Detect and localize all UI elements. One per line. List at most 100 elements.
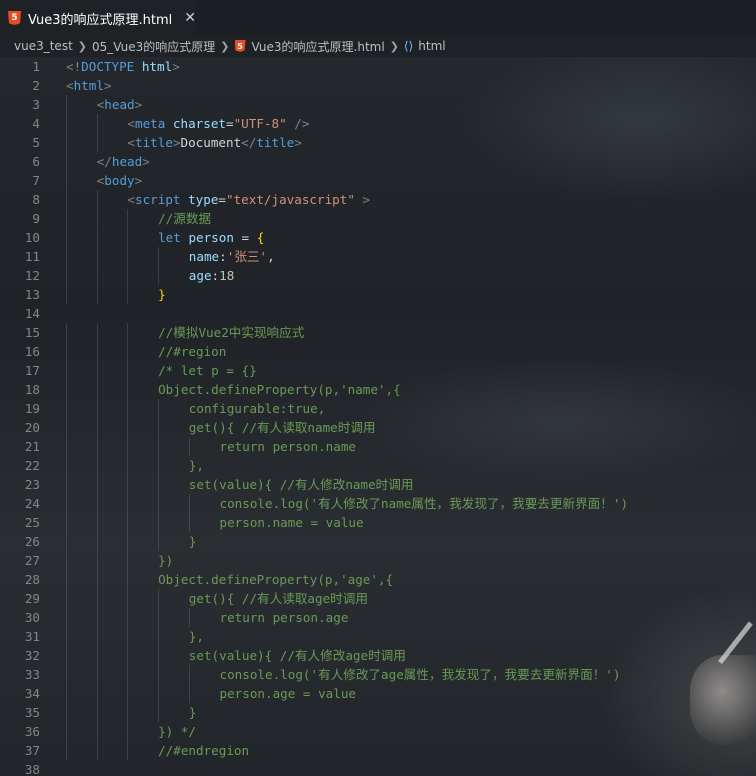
code-line[interactable]: 16 //#region — [0, 342, 756, 361]
indent-guide — [66, 437, 67, 456]
indent-guide — [96, 589, 98, 608]
code-line[interactable]: 24 console.log('有人修改了name属性，我发现了，我要去更新界面！… — [0, 494, 756, 513]
code-line[interactable]: 12 age:18 — [0, 266, 756, 285]
indent-guide — [66, 551, 67, 570]
code-line[interactable]: 11 name:'张三', — [0, 247, 756, 266]
code-token: meta — [134, 116, 166, 131]
code-line[interactable]: 36}) */ — [0, 722, 756, 741]
code-token: "UTF-8" — [233, 116, 287, 131]
tab-vue3-reactivity-html[interactable]: 5 Vue3的响应式原理.html ✕ — [0, 0, 196, 35]
code-line[interactable]: 17 /* let p = {} — [0, 361, 756, 380]
code-line[interactable]: 23 set(value){ //有人修改name时调用 — [0, 475, 756, 494]
code-line[interactable]: 2 <html> — [0, 76, 756, 95]
code-line[interactable]: 21 return person.name — [0, 437, 756, 456]
code-line[interactable]: 19 configurable:true, — [0, 399, 756, 418]
indent-guide — [188, 684, 190, 703]
code-text: //#endregion — [158, 741, 249, 760]
code-line[interactable]: 6 </head> — [0, 152, 756, 171]
code-token: set(value){ //有人修改age时调用 — [188, 648, 406, 663]
indent-guide — [158, 437, 160, 456]
chevron-right-icon: ❯ — [77, 39, 87, 53]
code-line[interactable]: 18 Object.defineProperty(p,'name',{ — [0, 380, 756, 399]
breadcrumb-folder-05[interactable]: 05_Vue3的响应式原理 — [92, 38, 215, 55]
line-number: 11 — [24, 249, 40, 264]
indent-guide — [66, 361, 67, 380]
indent-guide — [96, 703, 98, 722]
line-number: 28 — [24, 572, 40, 587]
code-line[interactable]: 30 return person.age — [0, 608, 756, 627]
code-text: return person.name — [220, 437, 356, 456]
indent-guide — [127, 513, 129, 532]
line-number: 25 — [24, 515, 40, 530]
close-icon[interactable]: ✕ — [184, 10, 196, 26]
code-line[interactable]: 1 <!DOCTYPE html> — [0, 57, 756, 76]
code-text: person.name = value — [220, 513, 364, 532]
line-number: 37 — [24, 743, 40, 758]
code-line[interactable]: 28 Object.defineProperty(p,'age',{ — [0, 570, 756, 589]
code-token: > — [362, 192, 371, 207]
indent-guide — [96, 741, 98, 760]
code-line[interactable]: 31}, — [0, 627, 756, 646]
code-token: /* let p = {} — [158, 363, 257, 378]
indent-guide — [96, 722, 98, 741]
code-line[interactable]: 9 //源数据 — [0, 209, 756, 228]
code-line[interactable]: 25 person.name = value — [0, 513, 756, 532]
code-token: head — [104, 97, 135, 112]
code-line[interactable]: 26} — [0, 532, 756, 551]
indent-guide — [127, 722, 129, 741]
line-number: 26 — [24, 534, 40, 549]
indent-guide — [127, 323, 129, 342]
code-line[interactable]: 35} — [0, 703, 756, 722]
indent-guide — [66, 570, 67, 589]
code-text: Object.defineProperty(p,'name',{ — [158, 380, 401, 399]
indent-guide — [127, 703, 129, 722]
chevron-right-icon: ❯ — [389, 39, 399, 53]
code-line[interactable]: 38 — [0, 760, 756, 776]
indent-guide — [158, 456, 160, 475]
code-token: } — [158, 287, 166, 302]
code-text: console.log('有人修改了age属性，我发现了，我要去更新界面！') — [220, 665, 621, 684]
code-line[interactable]: 29 get(){ //有人读取age时调用 — [0, 589, 756, 608]
line-number: 2 — [32, 78, 40, 93]
line-number: 22 — [24, 458, 40, 473]
line-number: 7 — [32, 173, 40, 188]
code-token: < — [127, 135, 135, 150]
code-line[interactable]: 27}) — [0, 551, 756, 570]
indent-guide — [66, 380, 67, 399]
code-line[interactable]: 4 <meta charset="UTF-8" /> — [0, 114, 756, 133]
indent-guide — [66, 703, 67, 722]
code-line[interactable]: 32 set(value){ //有人修改age时调用 — [0, 646, 756, 665]
indent-guide — [188, 494, 190, 513]
code-token: get(){ //有人读取age时调用 — [188, 591, 368, 606]
indent-guide — [66, 399, 67, 418]
line-number: 30 — [24, 610, 40, 625]
code-line[interactable]: 22}, — [0, 456, 756, 475]
code-token: let — [158, 230, 181, 245]
code-line[interactable]: 15 //模拟Vue2中实现响应式 — [0, 323, 756, 342]
line-number: 16 — [24, 344, 40, 359]
code-line[interactable]: 20 get(){ //有人读取name时调用 — [0, 418, 756, 437]
indent-guide — [127, 285, 129, 304]
code-text: <body> — [97, 171, 143, 190]
code-text: configurable:true, — [189, 399, 325, 418]
code-line[interactable]: 8 <script type="text/javascript" > — [0, 190, 756, 209]
code-line[interactable]: 3 <head> — [0, 95, 756, 114]
code-line[interactable]: 5 <title>Document</title> — [0, 133, 756, 152]
breadcrumb-file[interactable]: Vue3的响应式原理.html — [252, 38, 385, 55]
code-line[interactable]: 10 let person = { — [0, 228, 756, 247]
code-token: age — [188, 268, 212, 283]
code-line[interactable]: 34 person.age = value — [0, 684, 756, 703]
line-number: 4 — [32, 116, 40, 131]
code-line[interactable]: 37 //#endregion — [0, 741, 756, 760]
indent-guide — [66, 608, 67, 627]
code-token: configurable:true, — [188, 401, 326, 416]
code-line[interactable]: 33 console.log('有人修改了age属性，我发现了，我要去更新界面！'… — [0, 665, 756, 684]
code-line[interactable]: 14 — [0, 304, 756, 323]
breadcrumb-symbol-html[interactable]: html — [418, 39, 445, 53]
code-line[interactable]: 13} — [0, 285, 756, 304]
breadcrumb-folder-vue3-test[interactable]: vue3_test — [14, 39, 73, 53]
code-line[interactable]: 7 <body> — [0, 171, 756, 190]
code-token: < — [127, 116, 135, 131]
code-editor[interactable]: 1 <!DOCTYPE html> 2 <html> 3 <head> 4 <meta cha… — [0, 57, 756, 776]
indent-guide — [127, 684, 129, 703]
